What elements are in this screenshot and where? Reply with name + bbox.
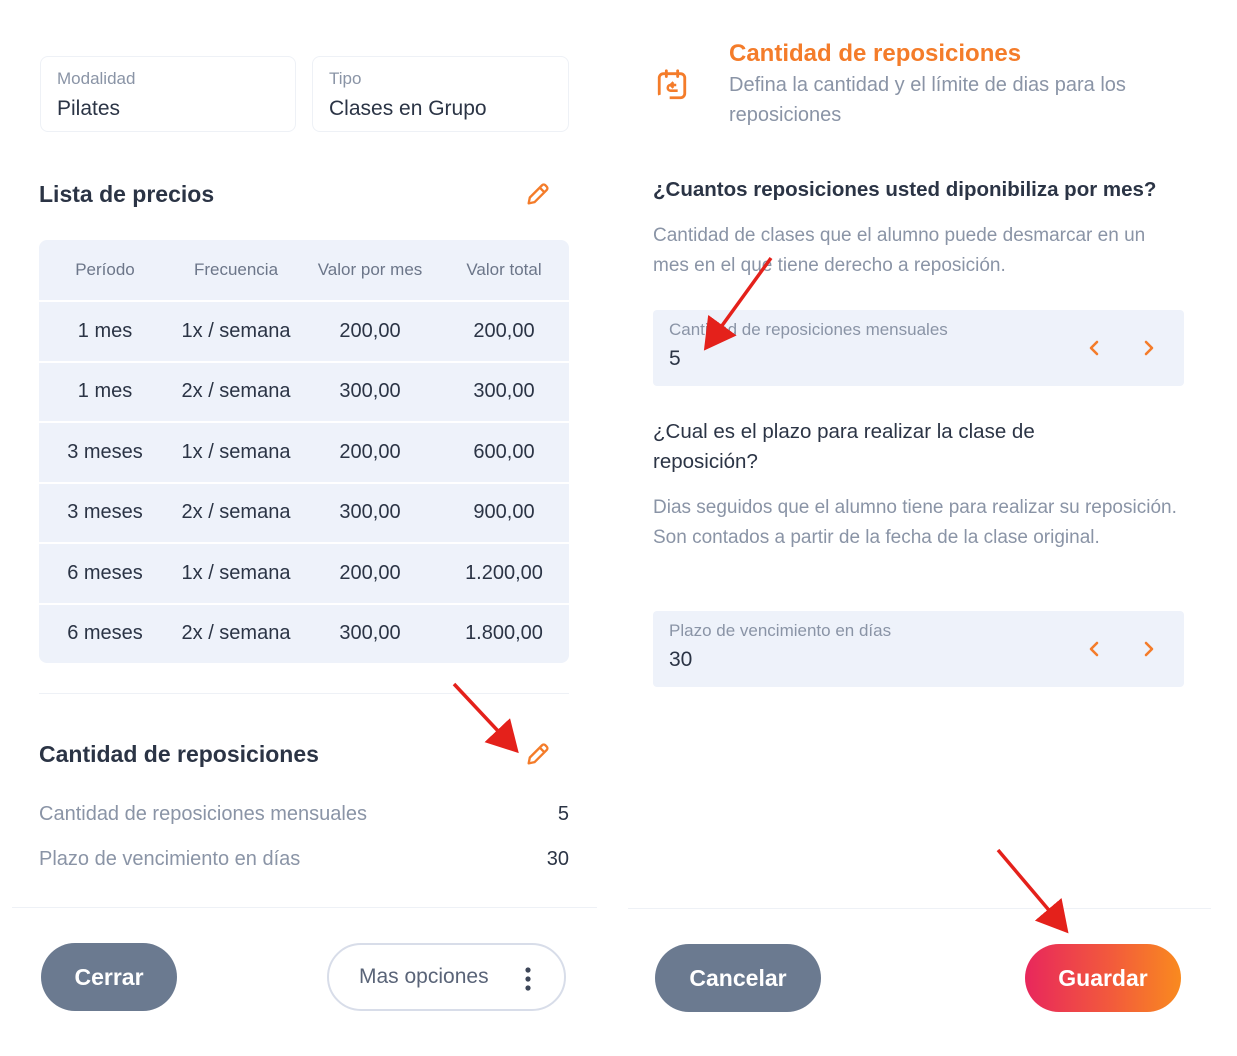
price-table: Período Frecuencia Valor por mes Valor t…: [39, 240, 569, 663]
cell-periodo: 3 meses: [67, 501, 143, 524]
table-row: 3 meses 1x / semana 200,00 600,00: [39, 421, 569, 482]
section-divider: [39, 693, 569, 694]
description-plazo: Dias seguidos que el alumno tiene para r…: [653, 497, 1177, 548]
more-options-button[interactable]: Mas opciones: [327, 943, 566, 1011]
cell-valor-total: 1.200,00: [465, 561, 543, 584]
tipo-field: Tipo Clases en Grupo: [312, 56, 569, 132]
table-row: 6 meses 1x / semana 200,00 1.200,00: [39, 542, 569, 603]
table-row: 6 meses 2x / semana 300,00 1.800,00: [39, 602, 569, 664]
reposiciones-mensuales-label: Cantidad de reposiciones mensuales: [39, 803, 367, 825]
reposiciones-mensuales-row: Cantidad de reposiciones mensuales 5: [39, 803, 569, 826]
modalidad-value: Pilates: [57, 97, 121, 120]
cell-frecuencia: 2x / semana: [181, 380, 291, 403]
close-button[interactable]: Cerrar: [41, 943, 177, 1011]
reposiciones-modal-subtitle: Defina la cantidad y el límite de dias p…: [729, 74, 1126, 126]
modalidad-label: Modalidad: [57, 69, 136, 88]
price-list-title: Lista de precios: [39, 181, 215, 207]
cell-valor-total: 200,00: [473, 319, 535, 342]
cell-valor-total: 1.800,00: [465, 622, 543, 645]
cell-valor-mes: 200,00: [339, 319, 401, 342]
price-table-header: Período Frecuencia Valor por mes Valor t…: [39, 240, 569, 300]
plazo-vencimiento-row: Plazo de vencimiento en días 30: [39, 848, 569, 871]
plazo-vencimiento-label: Plazo de vencimiento en días: [39, 848, 301, 870]
question-mensuales: ¿Cuantos reposiciones usted diponibiliza…: [653, 178, 1157, 201]
cell-valor-mes: 300,00: [339, 501, 401, 524]
cell-valor-total: 300,00: [473, 380, 535, 403]
more-options-label: Mas opciones: [359, 965, 489, 988]
col-valor-total: Valor total: [466, 260, 542, 279]
chevron-right-icon[interactable]: [1136, 635, 1160, 663]
cell-periodo: 1 mes: [77, 319, 133, 342]
cell-frecuencia: 1x / semana: [181, 440, 291, 463]
annotation-arrow-save: [996, 848, 1069, 934]
tipo-label: Tipo: [329, 69, 362, 88]
plazo-vencimiento-stepper[interactable]: Plazo de vencimiento en días 30: [653, 611, 1184, 687]
cancel-button[interactable]: Cancelar: [655, 944, 821, 1012]
cell-frecuencia: 2x / semana: [181, 501, 291, 524]
col-valor-mes: Valor por mes: [317, 260, 423, 279]
chevron-right-icon[interactable]: [1136, 334, 1160, 362]
kebab-menu-icon: [525, 967, 531, 991]
pencil-icon[interactable]: [524, 740, 552, 768]
cell-valor-total: 900,00: [473, 501, 535, 524]
reposiciones-modal-title: Cantidad de reposiciones: [729, 40, 1022, 67]
cell-frecuencia: 2x / semana: [181, 622, 291, 645]
cell-periodo: 6 meses: [67, 561, 143, 584]
table-row: 1 mes 1x / semana 200,00 200,00: [39, 300, 569, 361]
cell-frecuencia: 1x / semana: [181, 561, 291, 584]
cell-valor-total: 600,00: [473, 440, 535, 463]
footer-divider: [12, 907, 597, 908]
reposiciones-mensuales-stepper[interactable]: Cantidad de reposiciones mensuales 5: [653, 310, 1184, 386]
save-button[interactable]: Guardar: [1025, 944, 1181, 1012]
tipo-value: Clases en Grupo: [329, 97, 487, 120]
cell-valor-mes: 200,00: [339, 561, 401, 584]
reposiciones-title: Cantidad de reposiciones: [39, 741, 319, 767]
cell-valor-mes: 300,00: [339, 622, 401, 645]
reposiciones-mensuales-value: 5: [557, 803, 569, 825]
cell-frecuencia: 1x / semana: [181, 319, 291, 342]
table-row: 3 meses 2x / semana 300,00 900,00: [39, 481, 569, 543]
cell-valor-mes: 200,00: [339, 440, 401, 463]
cell-valor-mes: 300,00: [339, 380, 401, 403]
col-periodo: Período: [75, 260, 135, 279]
table-row: 1 mes 2x / semana 300,00 300,00: [39, 360, 569, 422]
cell-periodo: 1 mes: [77, 380, 133, 403]
cell-periodo: 3 meses: [67, 440, 143, 463]
pencil-icon[interactable]: [524, 180, 552, 208]
question-plazo: ¿Cual es el plazo para realizar la clase…: [653, 420, 1035, 473]
footer-divider: [628, 908, 1211, 909]
cell-periodo: 6 meses: [67, 622, 143, 645]
modalidad-field: Modalidad Pilates: [40, 56, 296, 132]
chevron-left-icon[interactable]: [1083, 334, 1107, 362]
chevron-left-icon[interactable]: [1083, 635, 1107, 663]
col-frecuencia: Frecuencia: [193, 260, 279, 279]
plazo-vencimiento-value: 30: [546, 848, 569, 870]
calendar-refresh-icon: [657, 69, 687, 100]
description-mensuales: Cantidad de clases que el alumno puede d…: [653, 225, 1146, 276]
